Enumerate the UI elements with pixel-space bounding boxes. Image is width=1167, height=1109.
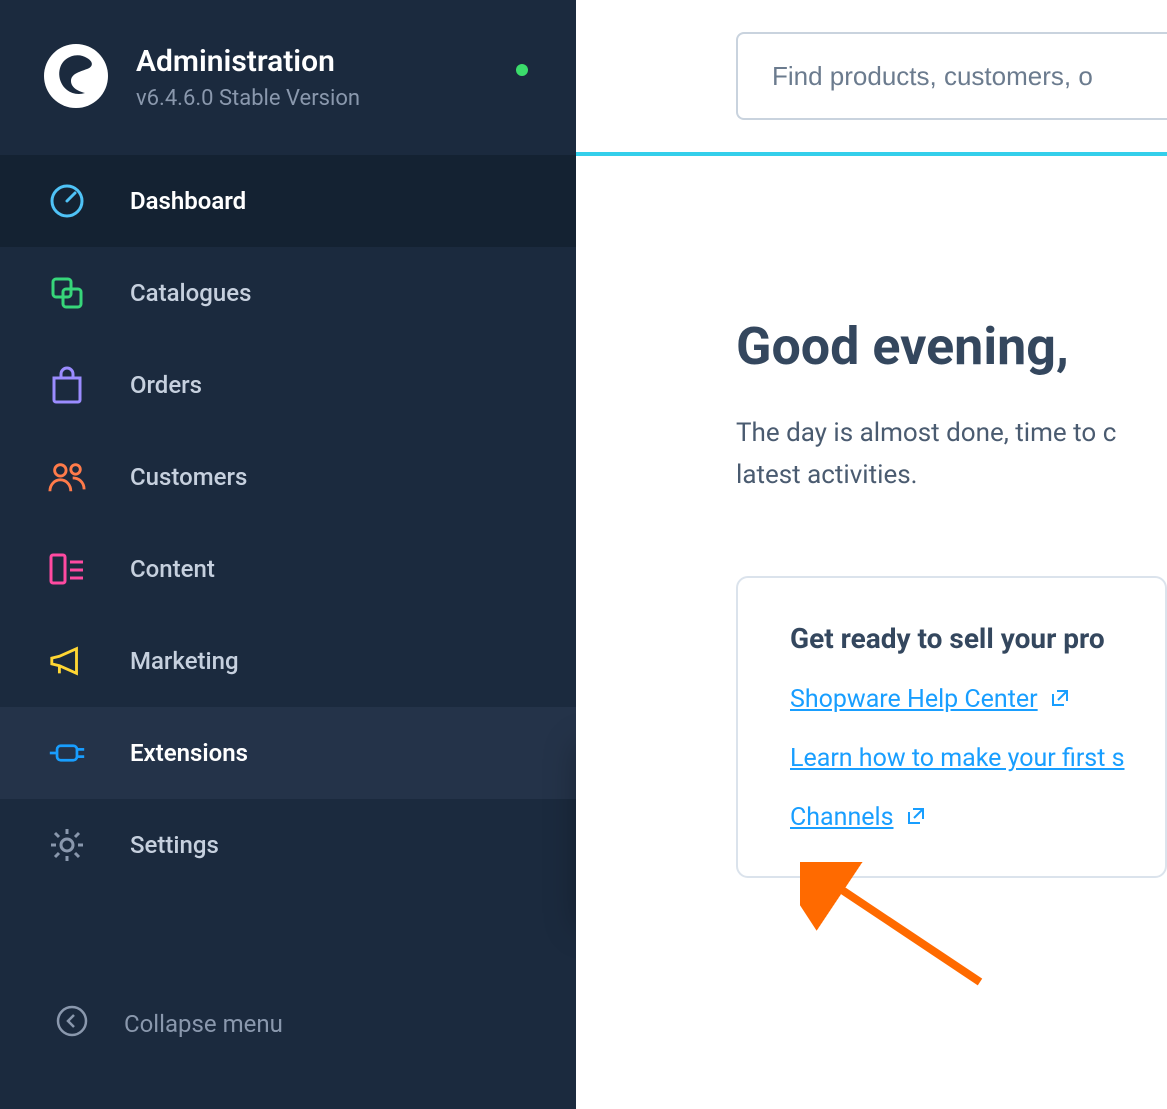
nav-label: Customers: [130, 463, 247, 491]
card-title: Get ready to sell your pro: [790, 622, 1113, 655]
help-center-link[interactable]: Shopware Help Center: [790, 685, 1038, 714]
nav-label: Extensions: [130, 739, 248, 767]
brand-header: Administration v6.4.6.0 Stable Version: [0, 0, 576, 155]
collapse-label: Collapse menu: [124, 1010, 283, 1038]
brand-text: Administration v6.4.6.0 Stable Version: [136, 44, 360, 111]
collapse-menu-button[interactable]: Collapse menu: [0, 979, 576, 1069]
external-link-icon: [906, 806, 926, 830]
nav-item-customers[interactable]: Customers: [0, 431, 576, 523]
gauge-icon: [48, 183, 86, 219]
dashboard-content: Good evening, The day is almost done, ti…: [576, 156, 1167, 878]
nav-label: Catalogues: [130, 279, 251, 307]
nav-item-extensions[interactable]: Extensions: [0, 707, 576, 799]
users-icon: [48, 460, 86, 494]
help-center-link-row: Shopware Help Center: [790, 685, 1113, 714]
channels-link[interactable]: Channels: [790, 803, 894, 832]
status-indicator-icon: [516, 64, 528, 76]
nav-label: Orders: [130, 371, 202, 399]
megaphone-icon: [48, 644, 86, 678]
first-sale-link[interactable]: Learn how to make your first s: [790, 744, 1125, 773]
sidebar: Administration v6.4.6.0 Stable Version D…: [0, 0, 576, 1109]
layout-list-icon: [48, 552, 86, 586]
chevron-left-circle-icon: [56, 1005, 88, 1043]
plug-icon: [48, 739, 86, 767]
brand-logo-icon: [44, 44, 108, 108]
nav-label: Settings: [130, 831, 219, 859]
greeting-subtext: The day is almost done, time to c latest…: [736, 413, 1167, 496]
global-search-input[interactable]: [736, 32, 1167, 120]
first-sale-link-row: Learn how to make your first s: [790, 744, 1113, 773]
external-link-icon: [1050, 688, 1070, 712]
nav-item-orders[interactable]: Orders: [0, 339, 576, 431]
nav-label: Dashboard: [130, 187, 246, 215]
channels-link-row: Channels: [790, 803, 1113, 832]
nav-label: Marketing: [130, 647, 239, 675]
nav-label: Content: [130, 555, 215, 583]
nav-item-catalogues[interactable]: Catalogues: [0, 247, 576, 339]
greeting-heading: Good evening,: [736, 316, 1167, 377]
shopping-bag-icon: [48, 366, 86, 404]
getting-started-card: Get ready to sell your pro Shopware Help…: [736, 576, 1167, 878]
nav-item-settings[interactable]: Settings: [0, 799, 576, 891]
brand-version: v6.4.6.0 Stable Version: [136, 86, 360, 111]
gear-icon: [48, 827, 86, 863]
nav: Dashboard Catalogues Orders: [0, 155, 576, 891]
main-area: Good evening, The day is almost done, ti…: [576, 0, 1167, 1109]
search-bar: [576, 0, 1167, 156]
brand-title: Administration: [136, 44, 360, 80]
nav-item-dashboard[interactable]: Dashboard: [0, 155, 576, 247]
copy-icon: [48, 275, 86, 311]
nav-item-marketing[interactable]: Marketing: [0, 615, 576, 707]
nav-item-content[interactable]: Content: [0, 523, 576, 615]
